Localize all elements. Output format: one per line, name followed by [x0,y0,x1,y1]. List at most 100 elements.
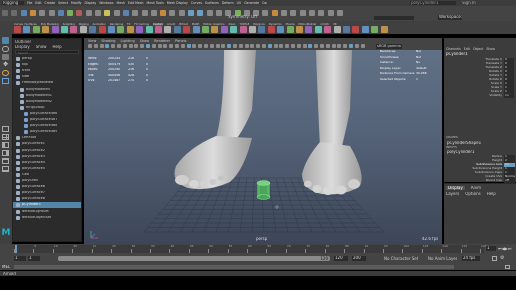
viewport-tool-icon[interactable] [331,44,336,48]
layout-four-icon[interactable] [2,134,9,140]
viewport-tool-icon[interactable] [314,44,319,48]
outliner-item[interactable]: polySurface466 [13,111,81,117]
current-frame-field[interactable]: 1 [486,246,496,251]
layer-menu[interactable]: Options [465,192,480,196]
channel-attribute-value[interactable]: 0 [504,58,514,62]
menu-item[interactable]: UV [237,1,242,5]
workspace-select[interactable]: Workspace: Maya Classic* [438,15,462,20]
viewport-tool-icon[interactable] [215,44,220,48]
select-tool-icon[interactable] [2,37,9,44]
channel-attribute-value[interactable]: 0 [504,78,514,82]
layer-tab[interactable]: Display [446,186,465,190]
menu-item[interactable]: Deform [222,1,234,5]
lasso-tool-icon[interactable] [2,46,9,52]
input-attribute-value[interactable]: 1 [504,167,515,171]
status-tool-icon[interactable] [271,10,278,16]
status-tool-icon[interactable] [29,10,36,16]
shelf-tool-icon[interactable] [108,26,115,33]
status-tool-icon[interactable] [48,10,55,16]
outliner-item[interactable]: top [13,62,81,68]
status-tool-icon[interactable] [197,10,204,16]
status-tool-icon[interactable] [76,10,83,16]
layout-graph-icon[interactable] [2,158,9,164]
outliner-item[interactable]: defaultLightSet [13,209,81,215]
outliner-item[interactable]: polySurface6 [13,184,81,190]
status-tool-icon[interactable] [290,10,297,16]
shelf-tool-icon[interactable] [23,26,31,33]
status-tool-icon[interactable] [336,10,343,16]
channel-attribute[interactable]: Visibility on [444,94,516,98]
shelf-tool-icon[interactable] [324,26,332,33]
search-input[interactable] [374,16,414,20]
outliner-item[interactable]: pCylinder1 [13,202,81,209]
playback-controls[interactable]: ⏮◀▶⏭ [498,246,514,251]
viewport-tool-icon[interactable] [151,44,156,48]
input-attribute-value[interactable]: 1 [504,155,515,159]
status-tool-icon[interactable] [188,10,194,16]
status-tool-icon[interactable] [67,10,74,16]
range-slider[interactable]: 120 [58,256,330,261]
shelf-tool-icon[interactable] [126,26,134,33]
auto-key-icon[interactable] [492,256,497,261]
viewport-tool-icon[interactable] [325,44,330,48]
shelf-tool-icon[interactable] [230,26,238,33]
shelf-tool-icon[interactable] [239,26,247,33]
status-tool-icon[interactable] [299,10,306,16]
input-attribute-value[interactable]: 1 [504,171,515,175]
menu-item[interactable]: Surfaces [205,1,219,5]
range-end-field-b[interactable]: 200 [352,256,366,261]
viewport-tool-icon[interactable] [320,44,324,48]
shelf-tool-icon[interactable] [258,26,266,33]
input-attribute-value[interactable]: 2 [504,159,515,163]
viewport-tool-icon[interactable] [273,44,278,48]
layer-menu[interactable]: Layers [446,192,459,196]
viewport-tool-icon[interactable] [169,44,174,48]
script-editor-icon[interactable] [505,265,510,269]
outliner-menu[interactable]: Help [53,45,62,49]
viewport-tool-icon[interactable] [186,44,191,48]
outliner-item[interactable]: polySurface7 [13,190,81,196]
channel-attribute-value[interactable]: 1 [504,90,514,94]
shelf-tool-icon[interactable] [42,26,50,33]
viewport-menu[interactable]: Lighting [121,39,135,43]
outliner-item[interactable]: side [13,74,81,80]
menu-item[interactable]: Modify [71,1,82,5]
menu-item[interactable]: Mesh Tools [147,1,164,5]
status-tool-icon[interactable] [327,10,334,16]
viewport-tool-icon[interactable] [250,44,255,48]
status-tool-icon[interactable] [122,10,129,16]
status-tool-icon[interactable] [95,10,101,16]
shelf-tool-icon[interactable] [14,26,21,33]
shelf-tool-icon[interactable] [249,26,256,33]
sign-in-link[interactable]: Sign In [462,1,476,5]
viewport-tool-icon[interactable] [354,44,359,48]
viewport-tool-icon[interactable] [175,44,179,48]
current-time-marker[interactable] [15,245,17,253]
viewport-canvas[interactable]: Verts: 200244 216 0 Edges: 400479 430 0 Faces: 20… [84,50,442,244]
menu-item[interactable]: Create [45,1,56,5]
status-tool-icon[interactable] [150,10,157,16]
status-tool-icon[interactable] [262,10,269,16]
shelf-tool-icon[interactable] [117,26,125,33]
viewport-tool-icon[interactable] [134,44,139,48]
shelf-tool-icon[interactable] [173,26,181,33]
status-tool-icon[interactable] [20,10,27,16]
command-input[interactable] [14,265,454,269]
menu-item[interactable]: Edit [35,1,41,5]
viewport-menu[interactable]: Shading [101,39,115,43]
menu-item[interactable]: Windows [99,1,113,5]
status-tool-icon[interactable] [113,10,120,16]
shelf-tool-icon[interactable] [380,26,388,33]
viewport-tool-icon[interactable] [343,44,348,48]
shelf-tool-icon[interactable] [145,26,153,33]
viewport-tool-icon[interactable] [146,44,150,48]
outliner-item[interactable]: polySurface467 [13,117,81,123]
status-tool-icon[interactable] [215,10,222,16]
status-tool-icon[interactable] [57,10,64,16]
viewport-menu[interactable]: Show [140,39,149,43]
layer-tab[interactable]: Anim [469,186,483,190]
shelf-tool-icon[interactable] [314,26,322,33]
layout-blend-icon[interactable] [2,166,9,172]
viewport-menu[interactable]: Renderer [154,39,170,43]
outliner-item[interactable]: BodyModeled1 [13,93,81,99]
